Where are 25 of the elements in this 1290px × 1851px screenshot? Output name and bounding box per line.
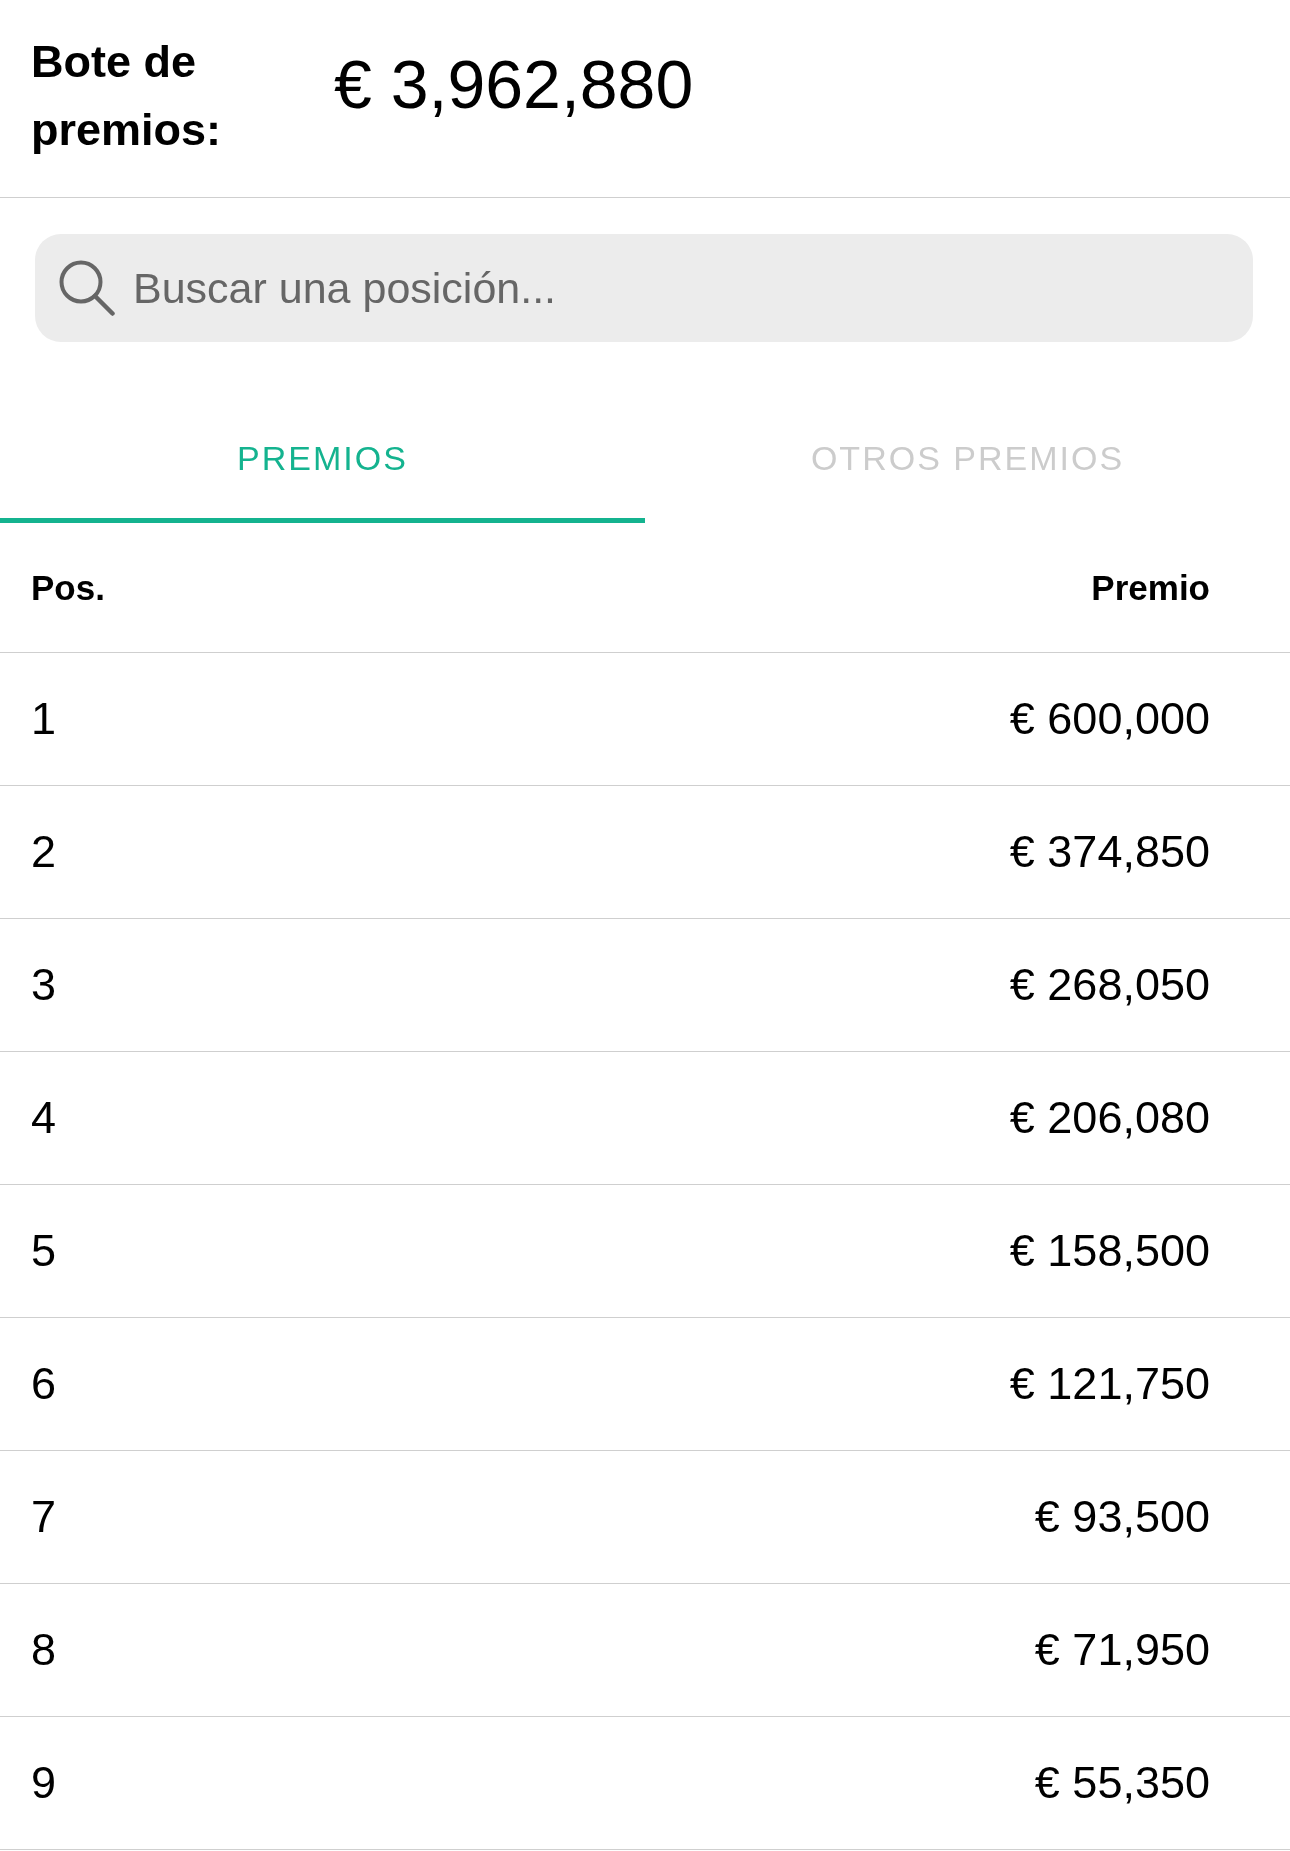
- jackpot-label: Bote de premios:: [31, 35, 223, 157]
- position-cell: 1: [31, 693, 57, 745]
- prize-cell: € 55,350: [1034, 1757, 1210, 1809]
- prize-cell: € 374,850: [1009, 826, 1210, 878]
- prize-cell: € 71,950: [1034, 1624, 1210, 1676]
- position-cell: 2: [31, 826, 57, 878]
- position-cell: 8: [31, 1624, 57, 1676]
- prize-cell: € 268,050: [1009, 959, 1210, 1011]
- position-cell: 4: [31, 1092, 57, 1144]
- position-cell: 7: [31, 1491, 57, 1543]
- position-cell: 5: [31, 1225, 57, 1277]
- prize-cell: € 158,500: [1009, 1225, 1210, 1277]
- column-header: Pos.: [31, 567, 105, 608]
- search-field[interactable]: Buscar una posición...: [35, 234, 1253, 342]
- prize-cell: € 93,500: [1034, 1491, 1210, 1543]
- position-cell: 9: [31, 1757, 57, 1809]
- prize-cell: € 206,080: [1009, 1092, 1210, 1144]
- search-icon: [58, 259, 115, 316]
- column-header: Premio: [1091, 567, 1210, 608]
- position-cell: 6: [31, 1358, 57, 1410]
- prize-cell: € 121,750: [1009, 1358, 1210, 1410]
- tab[interactable]: PREMIOS: [0, 380, 645, 523]
- position-cell: 3: [31, 959, 57, 1011]
- jackpot-amount: € 3,962,880: [334, 45, 694, 124]
- prize-cell: € 600,000: [1009, 693, 1210, 745]
